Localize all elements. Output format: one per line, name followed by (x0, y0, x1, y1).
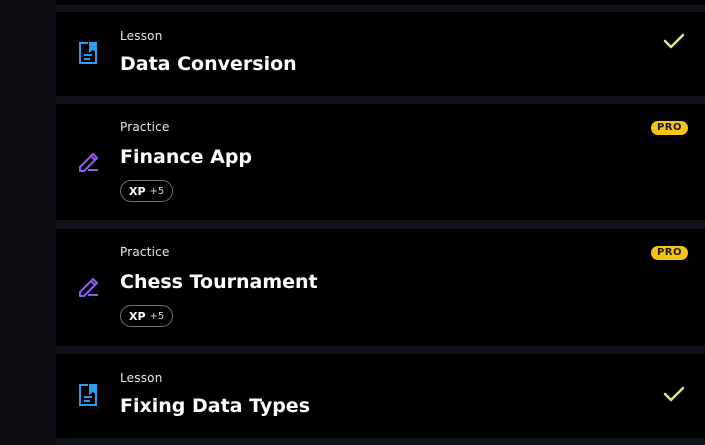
previous-card-edge (56, 0, 705, 5)
xp-value: +5 (149, 310, 165, 322)
item-type-label: Practice (120, 120, 170, 134)
item-title: Chess Tournament (120, 271, 318, 293)
list-item-fixing-data-types[interactable]: Lesson Fixing Data Types (56, 354, 705, 438)
lesson-document-icon (76, 382, 100, 408)
item-title: Fixing Data Types (120, 395, 310, 417)
list-item-data-conversion[interactable]: Lesson Data Conversion (56, 12, 705, 96)
list-item-finance-app[interactable]: Practice Finance App XP +5 PRO (56, 104, 705, 220)
xp-badge: XP +5 (120, 180, 174, 202)
xp-label: XP (129, 309, 146, 323)
item-title: Data Conversion (120, 53, 297, 75)
checkmark-icon (663, 32, 685, 50)
page: Lesson Data Conversion Practice Finance … (0, 0, 705, 445)
item-type-label: Lesson (120, 29, 163, 43)
pro-badge: PRO (650, 121, 688, 135)
practice-pencil-icon (76, 148, 100, 174)
xp-label: XP (129, 184, 146, 198)
item-title: Finance App (120, 146, 253, 168)
xp-value: +5 (149, 185, 165, 197)
item-type-label: Practice (120, 245, 170, 259)
xp-badge: XP +5 (120, 305, 174, 327)
item-type-label: Lesson (120, 371, 163, 385)
practice-pencil-icon (76, 273, 100, 299)
lesson-document-icon (76, 40, 100, 66)
checkmark-icon (663, 385, 685, 403)
list-item-chess-tournament[interactable]: Practice Chess Tournament XP +5 PRO (56, 229, 705, 346)
lesson-list: Lesson Data Conversion Practice Finance … (56, 0, 705, 445)
pro-badge: PRO (650, 246, 688, 260)
